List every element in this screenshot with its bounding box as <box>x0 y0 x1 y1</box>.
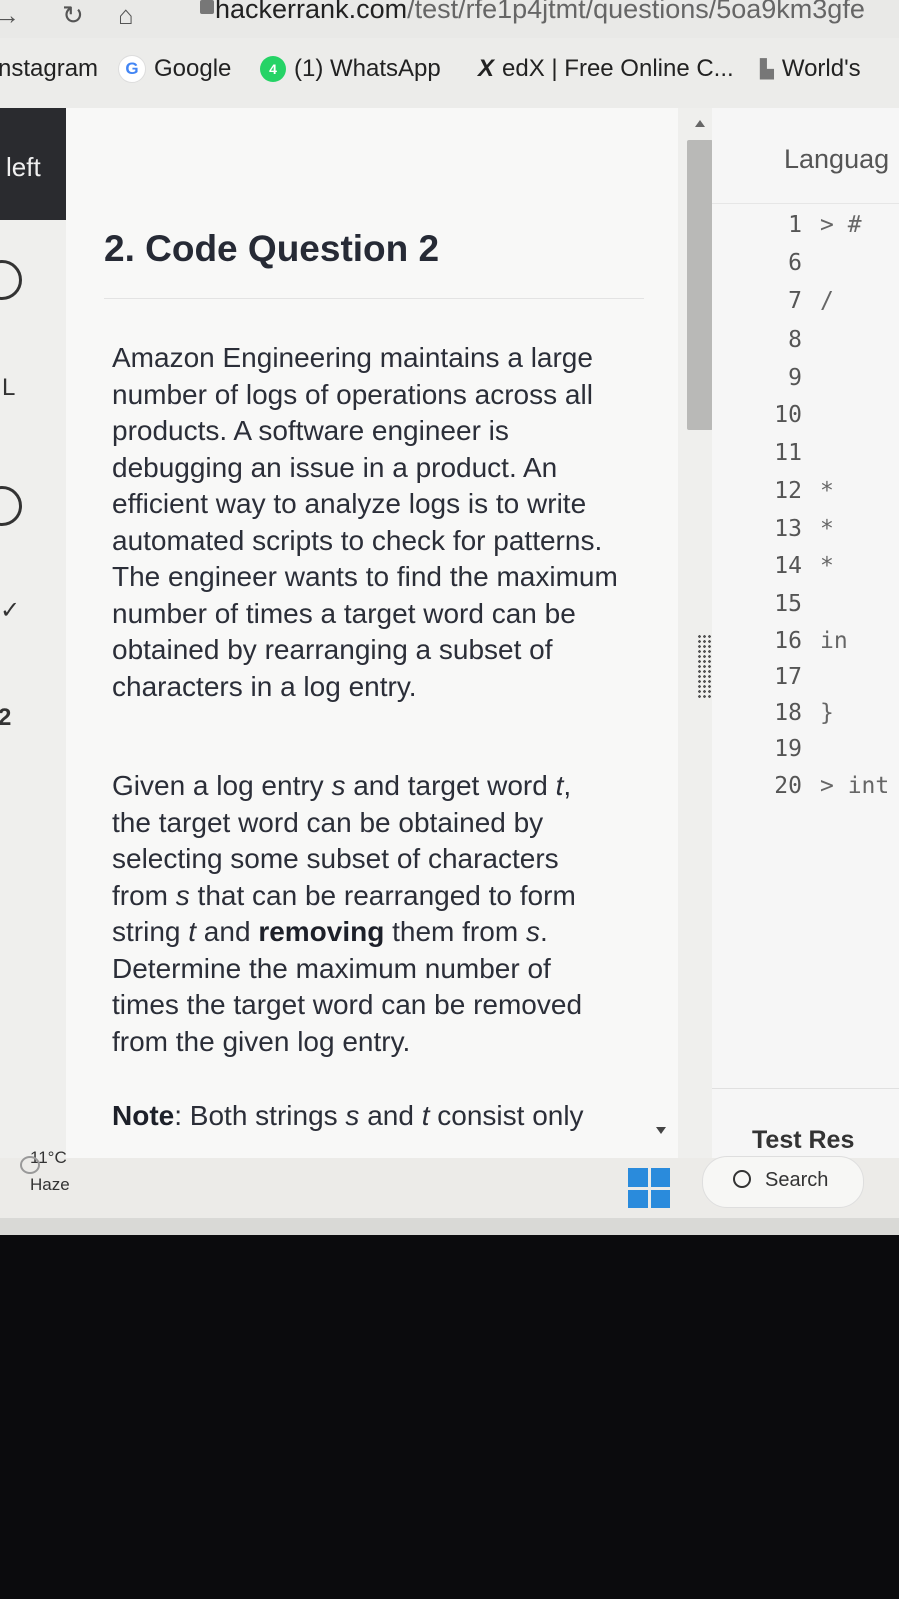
question-note: Note: Both strings s and t consist only <box>112 1100 584 1131</box>
test-results-tab[interactable]: Test Res <box>752 1126 854 1155</box>
lock-icon <box>200 0 214 14</box>
line-number: 1 <box>788 212 802 238</box>
code-line[interactable]: in <box>820 628 848 654</box>
question-panel: 2. Code Question 2 Amazon Engineering ma… <box>66 108 678 1158</box>
bookmark-label: Google <box>154 55 232 82</box>
bookmark-label: nstagram <box>0 55 99 82</box>
bookmark-edx[interactable]: X edX | Free Online C... <box>478 55 734 83</box>
line-number: 9 <box>788 365 802 391</box>
reload-icon[interactable]: ↻ <box>62 0 84 30</box>
line-number: 6 <box>788 250 802 276</box>
panel-resize-handle[interactable] <box>697 634 711 700</box>
scroll-down-icon[interactable] <box>656 1127 666 1134</box>
bookmark-whatsapp[interactable]: 4 (1) WhatsApp <box>260 55 441 83</box>
line-number: 8 <box>788 327 802 353</box>
code-line[interactable]: * <box>820 478 834 504</box>
line-number: 12 <box>774 478 802 504</box>
line-number: 20 <box>774 773 802 799</box>
question-number-2[interactable]: 2 <box>0 704 11 732</box>
bookmark-label: edX | Free Online C... <box>502 55 734 82</box>
line-number: 7 <box>788 288 802 314</box>
scroll-up-icon[interactable] <box>695 120 705 127</box>
url-field[interactable]: hackerrank.com/test/rfe1p4jtmt/questions… <box>215 0 865 25</box>
check-icon: ✓ <box>0 597 21 624</box>
home-icon[interactable]: ⌂ <box>118 0 134 30</box>
code-editor-panel: Languag 1 > # 6 7 / 8 9 10 11 12 * 13 * 14 * 15 16 in 17 18… <box>712 108 899 1158</box>
bookmark-google[interactable]: G Google <box>118 55 231 83</box>
line-number: 16 <box>774 628 802 654</box>
worlds-icon: ▙ <box>760 58 774 79</box>
bookmark-label: World's <box>781 55 861 82</box>
nav-status-icon[interactable] <box>0 486 22 526</box>
haze-icon <box>20 1156 40 1174</box>
divider <box>712 1088 899 1089</box>
nav-mark-l: L <box>2 374 16 401</box>
google-icon: G <box>118 55 146 83</box>
question-paragraph-1: Amazon Engineering maintains a large num… <box>112 342 618 702</box>
time-left-label: left <box>6 152 41 182</box>
line-number: 19 <box>774 736 802 762</box>
scroll-thumb[interactable] <box>687 140 713 430</box>
code-line[interactable]: / <box>820 288 834 314</box>
weather-condition: Haze <box>30 1175 70 1194</box>
code-line[interactable]: * <box>820 516 834 542</box>
bookmark-instagram[interactable]: nstagram <box>0 55 98 83</box>
line-number: 18 <box>774 700 802 726</box>
code-line[interactable]: } <box>820 700 834 726</box>
search-label: Search <box>765 1169 829 1191</box>
divider <box>712 203 899 204</box>
question-title: 2. Code Question 2 <box>104 228 440 269</box>
question-scrollbar[interactable] <box>678 108 713 1158</box>
time-left-tab[interactable]: left <box>0 108 66 220</box>
divider <box>104 298 644 299</box>
url-host: hackerrank.com <box>215 0 408 24</box>
line-number: 13 <box>774 516 802 542</box>
question-paragraph-2: Given a log entry s and target word t, t… <box>112 770 583 1057</box>
bookmark-label: (1) WhatsApp <box>294 55 441 82</box>
line-number: 15 <box>774 591 802 617</box>
forward-icon[interactable]: → <box>0 0 20 30</box>
taskbar-search[interactable]: Search <box>702 1156 864 1208</box>
whatsapp-icon: 4 <box>260 56 286 82</box>
code-line[interactable]: > # <box>820 212 862 238</box>
url-path: /test/rfe1p4jtmt/questions/5oa9km3gfe <box>407 0 865 24</box>
code-line[interactable]: > int <box>820 773 889 799</box>
screen: → ↻ ⌂ hackerrank.com/test/rfe1p4jtmt/que… <box>0 0 899 1235</box>
code-line[interactable]: * <box>820 553 834 579</box>
line-number: 14 <box>774 553 802 579</box>
taskbar: 11°C Haze Search <box>0 1148 899 1218</box>
address-bar: → ↻ ⌂ hackerrank.com/test/rfe1p4jtmt/que… <box>0 0 899 38</box>
line-number: 17 <box>774 664 802 690</box>
screen-bezel-edge <box>0 1218 899 1235</box>
line-number: 11 <box>774 440 802 466</box>
windows-start-icon[interactable] <box>628 1168 670 1208</box>
bookmarks-bar: nstagram G Google 4 (1) WhatsApp X edX |… <box>0 38 899 109</box>
bookmark-worlds[interactable]: ▙ World's <box>760 55 861 83</box>
line-number: 10 <box>774 402 802 428</box>
language-selector[interactable]: Languag <box>784 144 889 175</box>
question-nav-rail: left L ✓ 2 <box>0 108 66 1158</box>
weather-widget[interactable]: 11°C Haze <box>20 1144 70 1198</box>
nav-arrow-icon[interactable] <box>0 260 22 300</box>
search-icon <box>733 1170 751 1188</box>
edx-icon: X <box>478 55 495 82</box>
